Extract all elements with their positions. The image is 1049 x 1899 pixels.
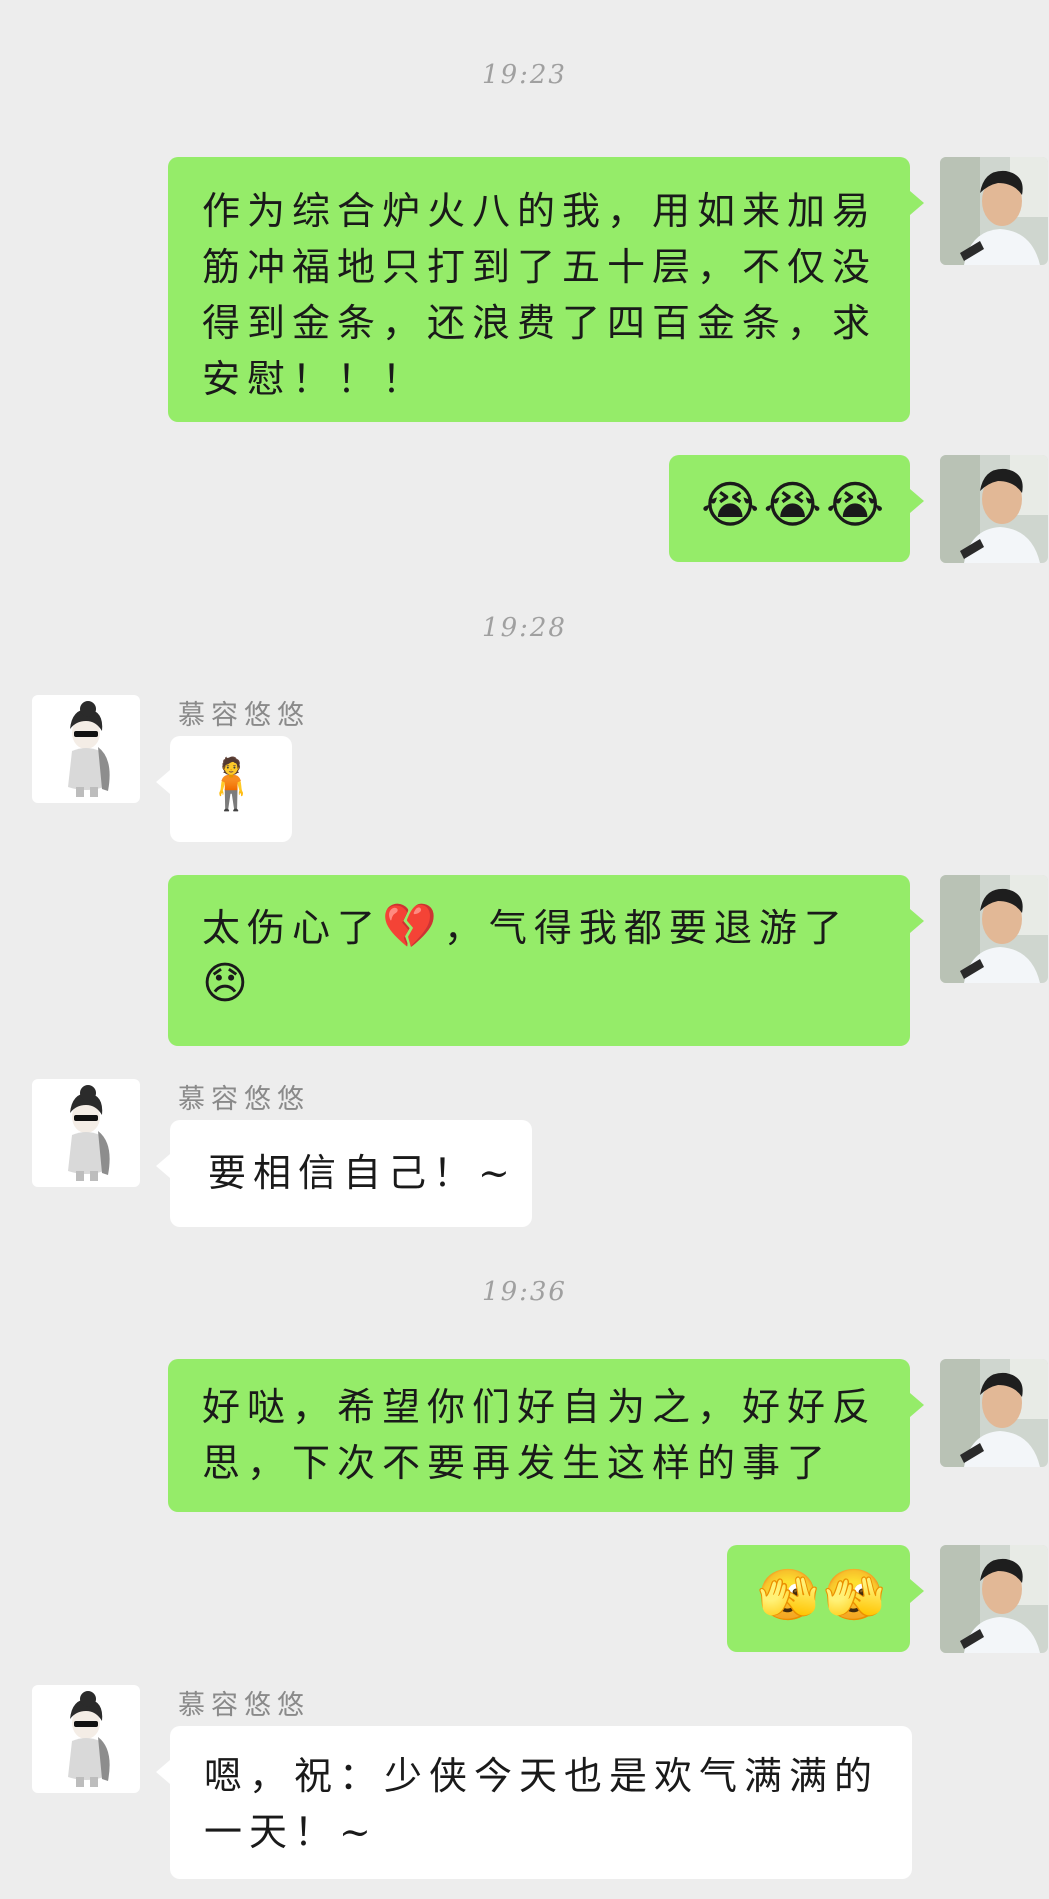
cartoon-girl-avatar-icon [32, 695, 140, 803]
my-avatar[interactable] [940, 1359, 1048, 1467]
peeking-face-emoji-icon: 🫣🫣 [757, 1566, 890, 1624]
profile-photo-icon [940, 455, 1048, 563]
message-bubble[interactable]: 要相信自己！~ [156, 1120, 532, 1227]
sender-name: 慕容悠悠 [178, 700, 310, 731]
profile-photo-icon [940, 1359, 1048, 1467]
profile-photo-icon [940, 875, 1048, 983]
contact-avatar[interactable] [32, 1079, 140, 1187]
message-bubble[interactable]: 嗯，祝：少侠今天也是欢气满满的一天！~ [156, 1726, 912, 1879]
standing-person-emoji-icon: 🧍 [200, 755, 267, 813]
my-avatar[interactable] [940, 455, 1048, 563]
message-text: 作为综合炉火八的我，用如来加易筋冲福地只打到了五十层，不仅没得到金条，还浪费了四… [202, 189, 878, 401]
disappointed-face-emoji-icon: 😞 [202, 958, 255, 1009]
message-bubble[interactable]: 好哒，希望你们好自为之，好好反思，下次不要再发生这样的事了 [168, 1359, 924, 1512]
message-text: 要相信自己！~ [208, 1151, 517, 1195]
message-bubble[interactable]: 太伤心了💔，气得我都要退游了 😞 [168, 875, 924, 1046]
contact-avatar[interactable] [32, 1685, 140, 1793]
message-text: ，气得我都要退游了 [443, 906, 849, 950]
my-avatar[interactable] [940, 1545, 1048, 1653]
timestamp: 19:28 [482, 613, 567, 643]
profile-photo-icon [940, 1545, 1048, 1653]
sender-name: 慕容悠悠 [178, 1084, 310, 1115]
timestamp: 19:36 [482, 1277, 567, 1307]
sender-name: 慕容悠悠 [178, 1690, 310, 1721]
my-avatar[interactable] [940, 157, 1048, 265]
my-avatar[interactable] [940, 875, 1048, 983]
message-bubble[interactable]: 作为综合炉火八的我，用如来加易筋冲福地只打到了五十层，不仅没得到金条，还浪费了四… [168, 157, 924, 422]
emoji-message-bubble[interactable]: 🧍 [156, 736, 292, 842]
emoji-message-bubble[interactable]: 😭😭😭 [669, 455, 924, 562]
profile-photo-icon [940, 157, 1048, 265]
cartoon-girl-avatar-icon [32, 1079, 140, 1187]
crying-emoji-icon: 😭😭😭 [701, 476, 889, 534]
broken-heart-emoji-icon: 💔 [382, 901, 444, 952]
contact-avatar[interactable] [32, 695, 140, 803]
timestamp: 19:23 [482, 60, 567, 90]
message-text: 好哒，希望你们好自为之，好好反思，下次不要再发生这样的事了 [202, 1385, 878, 1485]
emoji-message-bubble[interactable]: 🫣🫣 [727, 1545, 924, 1652]
cartoon-girl-avatar-icon [32, 1685, 140, 1793]
message-text: 嗯，祝：少侠今天也是欢气满满的一天！~ [204, 1754, 880, 1854]
message-text: 太伤心了 [202, 906, 383, 950]
